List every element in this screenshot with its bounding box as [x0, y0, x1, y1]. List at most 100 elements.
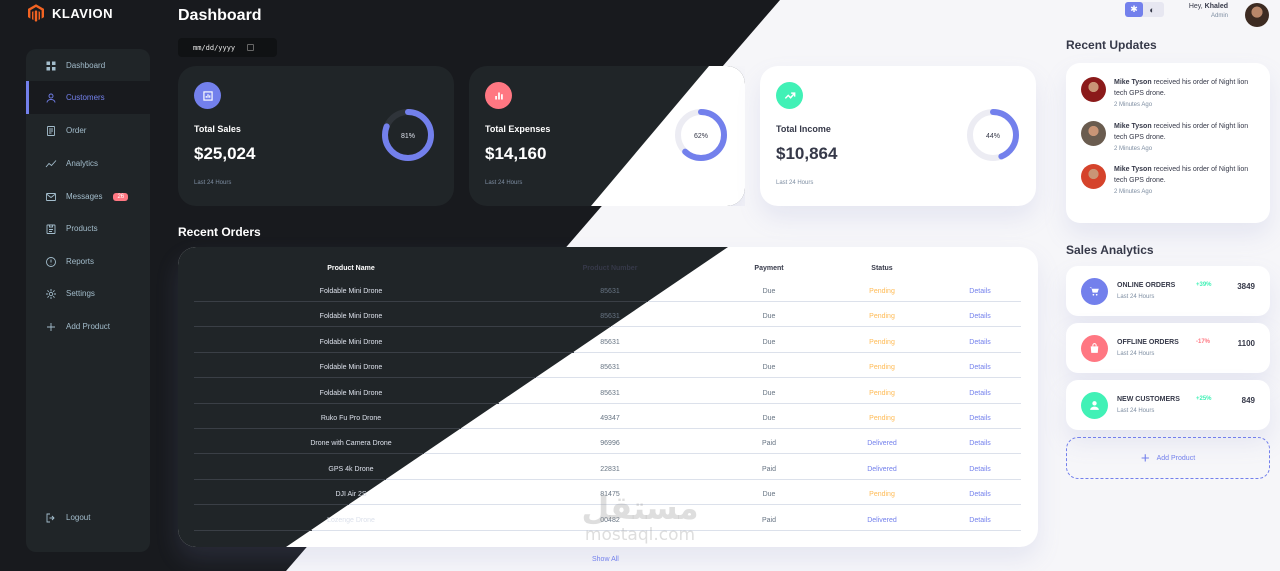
sidebar-item-order[interactable]: Order: [26, 114, 150, 147]
report-icon: [46, 256, 56, 267]
insight-label: Total Expenses: [485, 124, 551, 134]
sidebar-item-reports[interactable]: Reports: [26, 245, 150, 278]
logout-label: Logout: [66, 513, 91, 522]
sales-percent: 81%: [401, 133, 415, 140]
details-link[interactable]: Details: [969, 364, 990, 371]
bag-icon: [1090, 343, 1099, 353]
sidebar-item-label: Messages: [66, 192, 103, 201]
update-avatar: [1081, 164, 1106, 189]
update-message: Mike Tyson received his order of Night l…: [1114, 121, 1249, 155]
product-number-cell: 85631: [600, 338, 620, 346]
sidebar-item-label: Reports: [66, 257, 95, 266]
details-link[interactable]: Details: [969, 440, 990, 447]
gear-icon: [46, 288, 56, 299]
expenses-icon-wrap: [485, 82, 512, 109]
row-divider: [194, 326, 612, 328]
analytics-percent: -17%: [1196, 339, 1211, 345]
update-avatar: [1081, 120, 1106, 146]
details-link[interactable]: Details: [969, 466, 990, 473]
payment-cell: Paid: [761, 465, 777, 473]
payment-cell: Due: [762, 415, 776, 422]
sidebar-item-dashboard[interactable]: Dashboard: [26, 49, 150, 82]
sidebar-item-label: Order: [66, 126, 87, 135]
sidebar-item-label: Dashboard: [66, 61, 106, 70]
add-product-button[interactable]: + Add Product: [1066, 437, 1270, 479]
details-link[interactable]: Details: [969, 517, 990, 524]
insight-amount: $10,864: [776, 144, 838, 163]
payment-cell: Due: [762, 288, 776, 295]
details-link[interactable]: Details: [969, 415, 990, 422]
status-badge: Pending: [869, 313, 895, 321]
update-user-name: Mike Tyson: [1114, 79, 1152, 86]
income-percent: 44%: [986, 133, 1000, 140]
sidebar-item-customers[interactable]: Customers: [26, 81, 150, 114]
row-divider: [386, 478, 1021, 480]
sidebar-item-label: Analytics: [66, 159, 99, 168]
expenses-percent: 62%: [694, 133, 708, 140]
product-number-cell: 85631: [600, 288, 620, 295]
details-link[interactable]: Details: [969, 313, 990, 320]
logout-button[interactable]: Logout: [26, 501, 150, 534]
product-name-cell: Foldable Mini Drone: [319, 288, 383, 295]
sidebar-item-products[interactable]: Products: [26, 212, 150, 245]
logout-icon: [46, 513, 55, 522]
insight-period: Last 24 Hours: [485, 180, 523, 186]
details-link[interactable]: Details: [969, 491, 990, 498]
message-count-badge: 26: [113, 192, 129, 201]
sidebar-item-settings[interactable]: Settings: [26, 277, 150, 310]
column-header-payment: Payment: [754, 265, 784, 272]
update-time: 2 Minutes Ago: [1114, 102, 1153, 108]
product-name-cell: DJI Air 2S: [335, 491, 367, 499]
row-divider: [194, 504, 350, 506]
calendar-icon[interactable]: [247, 44, 255, 51]
details-link[interactable]: Details: [969, 288, 990, 295]
sidebar-item-add-product[interactable]: Add Product: [26, 310, 150, 343]
insight-card-sales: Total Sales $25,024 Last 24 Hours 81%: [178, 66, 454, 206]
moon-icon[interactable]: ◐: [1143, 2, 1161, 17]
analytics-value: 3849: [1237, 282, 1255, 291]
payment-cell: Due: [762, 313, 776, 321]
show-all-link[interactable]: Show All: [592, 556, 619, 563]
analytics-card-offline-orders[interactable]: OFFLINE ORDERS Last 24 Hours -17% 1100: [1066, 323, 1270, 373]
update-time: 2 Minutes Ago: [1114, 189, 1153, 195]
product-number-cell: 85631: [600, 364, 620, 372]
update-item: Mike Tyson received his order of Night l…: [1081, 77, 1249, 111]
plus-icon: +: [1140, 449, 1150, 467]
sun-icon[interactable]: ✱: [1125, 2, 1143, 17]
theme-toggle[interactable]: ✱ ◐: [1125, 2, 1164, 17]
analytics-card-online-orders[interactable]: ONLINE ORDERS Last 24 Hours +39% 3849: [1066, 266, 1270, 316]
page-title: Dashboard: [178, 7, 262, 24]
date-input[interactable]: mm/dd/yyyy: [178, 38, 277, 57]
sidebar-item-messages[interactable]: Messages 26: [26, 180, 150, 213]
update-user-name: Mike Tyson: [1114, 122, 1152, 130]
sidebar-item-analytics[interactable]: Analytics: [26, 147, 150, 180]
insight-period: Last 24 Hours: [194, 180, 232, 186]
details-link[interactable]: Details: [969, 339, 990, 346]
avatar[interactable]: [1245, 3, 1269, 27]
details-link[interactable]: Details: [969, 390, 990, 397]
brand[interactable]: KLAVION: [28, 4, 113, 22]
payment-cell: Due: [762, 364, 776, 372]
trend-icon: [784, 91, 795, 99]
product-name-cell: Foldable Mini Drone: [319, 313, 383, 321]
row-divider: [423, 453, 1021, 455]
status-badge: Pending: [869, 288, 895, 295]
analytics-card-new-customers[interactable]: NEW CUSTOMERS Last 24 Hours +25% 849: [1066, 380, 1270, 430]
product-number-cell: 96996: [600, 440, 620, 448]
row-divider: [194, 529, 312, 531]
column-header-status: Status: [871, 265, 893, 272]
person-icon: [1090, 401, 1099, 410]
mail-icon: [46, 192, 56, 201]
payment-cell: Paid: [761, 440, 777, 448]
product-name-cell: Ruko Fu Pro Drone: [320, 415, 382, 422]
status-badge: Pending: [869, 338, 895, 346]
analytics-period: Last 24 Hours: [1117, 408, 1155, 414]
update-avatar: [1081, 77, 1106, 102]
product-name-cell: Foldable Mini Drone: [319, 389, 383, 397]
payment-cell: Due: [762, 389, 776, 397]
insight-label: Total Income: [776, 124, 831, 134]
product-number-cell: 85631: [600, 389, 620, 397]
payment-cell: Due: [762, 338, 776, 346]
analytics-icon-wrap: [1081, 335, 1108, 362]
sidebar-item-label: Products: [66, 224, 98, 233]
